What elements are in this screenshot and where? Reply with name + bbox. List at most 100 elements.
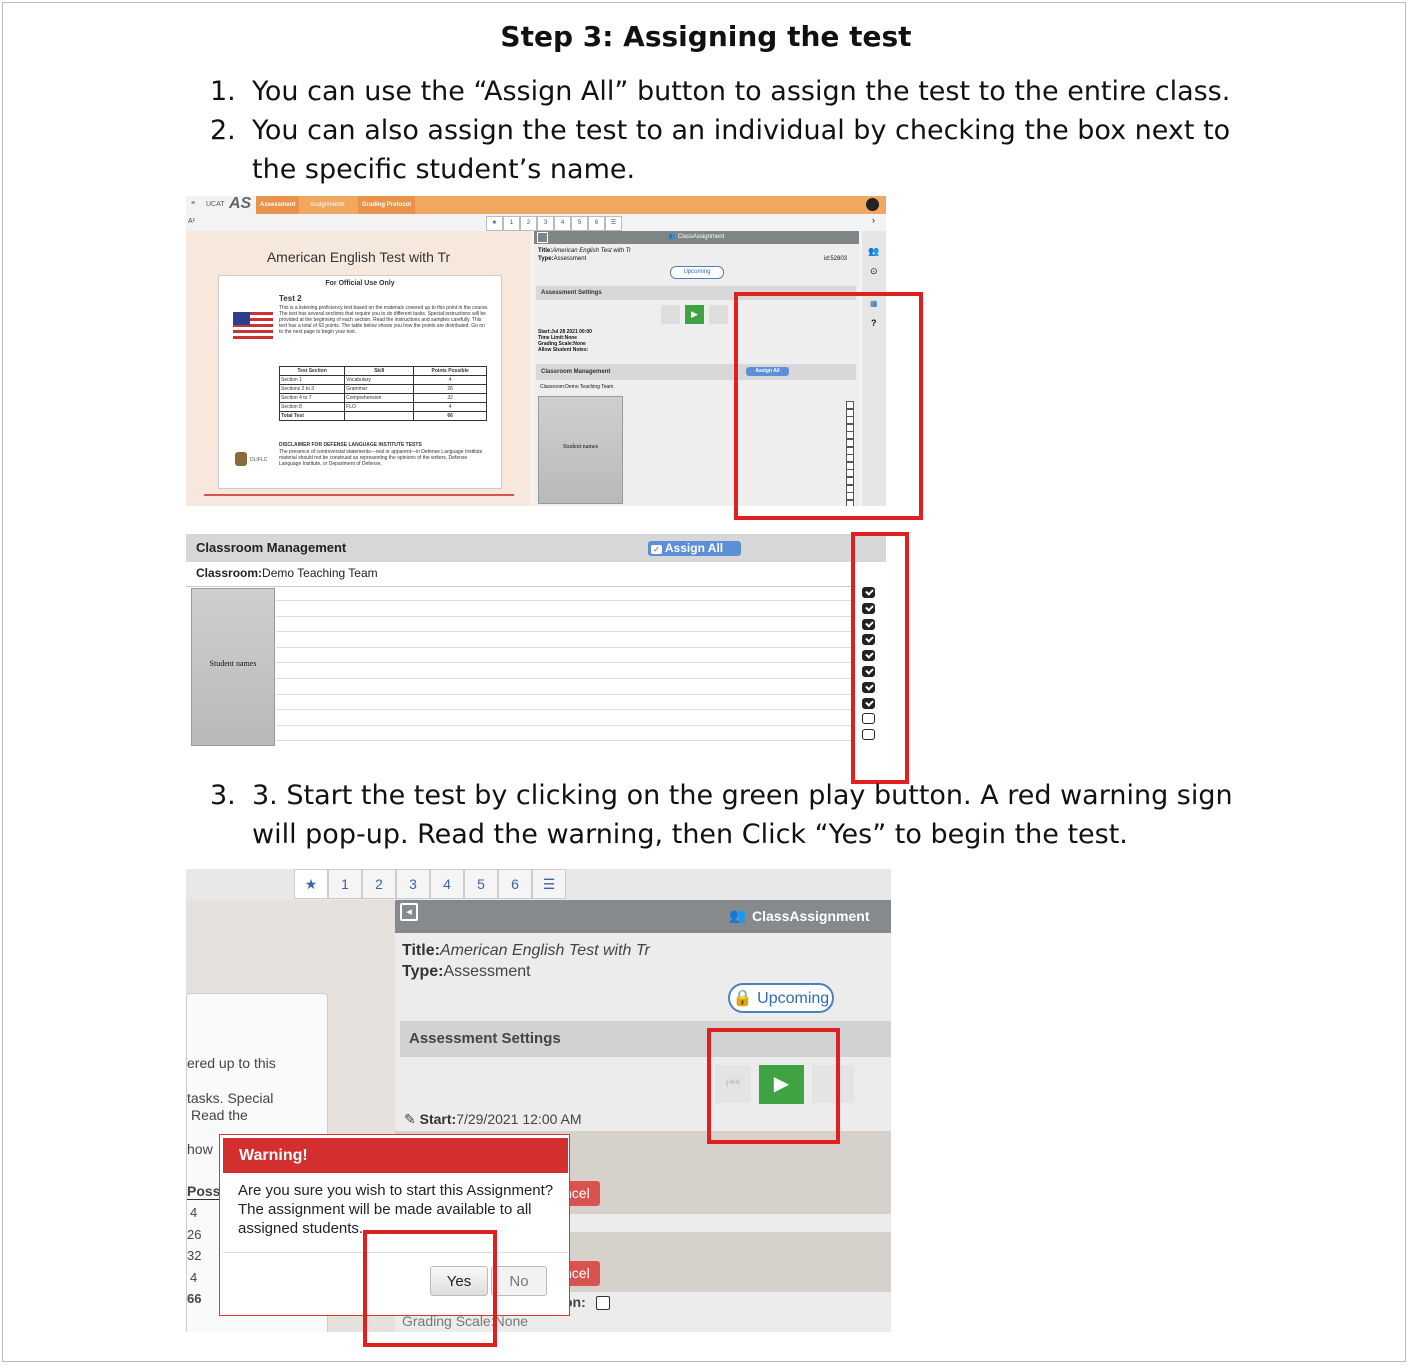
type-value: Assessment bbox=[553, 256, 587, 262]
type-row: Type:Assessment bbox=[402, 963, 531, 981]
student-row-line bbox=[276, 678, 852, 679]
panel-header: 👥 ClassAssignment bbox=[534, 231, 859, 244]
pager-item[interactable]: 5 bbox=[464, 869, 498, 899]
test-title: American English Test with Tr bbox=[266, 249, 451, 265]
start-row: ✎ Start:7/29/2021 12:00 AM bbox=[404, 1111, 582, 1127]
card-column-header: Poss bbox=[187, 1183, 221, 1200]
chevron-right-icon[interactable]: › bbox=[872, 215, 875, 225]
allow-notes-setting: Allow Student Notes: bbox=[538, 347, 589, 353]
table-cell: 66 bbox=[413, 411, 487, 421]
student-row-line bbox=[276, 615, 852, 617]
collapse-icon[interactable]: ◂ bbox=[400, 903, 418, 921]
card-text-line: tasks. Special bbox=[187, 1090, 274, 1106]
pager-item[interactable]: 5 bbox=[571, 216, 588, 231]
table-cell: 4 bbox=[413, 402, 487, 412]
assign-all-button[interactable]: ✓ Assign All bbox=[648, 541, 741, 556]
start-label: Start: bbox=[419, 1111, 457, 1127]
menu-icon[interactable]: ≡ bbox=[191, 200, 195, 207]
table-header: Test Section bbox=[278, 366, 346, 376]
classroom-management-header: Classroom Management ✓ Assign All bbox=[186, 534, 886, 562]
no-button[interactable]: No bbox=[491, 1266, 547, 1296]
table-cell: Section 8 bbox=[278, 402, 346, 412]
user-avatar-icon[interactable] bbox=[866, 198, 879, 211]
assignment-id: id:52803 bbox=[824, 256, 848, 262]
student-row-line bbox=[276, 709, 852, 711]
upcoming-label: Upcoming bbox=[757, 990, 830, 1007]
title-row: Title:American English Test with Tr bbox=[402, 942, 650, 960]
users-icon[interactable]: 👥 bbox=[868, 246, 879, 257]
step-text: You can also assign the test to an indiv… bbox=[252, 115, 1231, 185]
title-value: American English Test with Tr bbox=[439, 942, 650, 959]
test-preview-pane: American English Test with Tr For Offici… bbox=[186, 231, 531, 506]
type-label: Type: bbox=[538, 256, 554, 262]
panel-title: ClassAssignment bbox=[752, 908, 870, 924]
table-cell: Section 4 to 7 bbox=[278, 393, 346, 403]
title-label: Title: bbox=[538, 248, 553, 254]
tab-assignments[interactable]: Assignments bbox=[306, 196, 348, 214]
student-row-line bbox=[276, 631, 852, 633]
progress-line bbox=[204, 494, 514, 496]
tab-assessment[interactable]: Assessment bbox=[256, 196, 300, 214]
star-icon[interactable]: ★ bbox=[294, 869, 328, 899]
table-row: Section 4 to 7 Comprehension 32 bbox=[278, 393, 487, 403]
users-icon: 👥 bbox=[668, 234, 677, 240]
pager-item[interactable]: 3 bbox=[537, 216, 554, 231]
app-logo: AS bbox=[229, 196, 252, 212]
title-row: Title:American English Test with Tr bbox=[538, 248, 631, 254]
table-cell: Grammar bbox=[344, 384, 415, 394]
table-cell: Comprehension bbox=[344, 393, 415, 403]
type-label: Type: bbox=[402, 963, 444, 980]
pager-item[interactable]: 4 bbox=[430, 869, 464, 899]
student-names-placeholder: Student names bbox=[191, 588, 275, 746]
table-cell: Total Test bbox=[278, 411, 346, 421]
official-use-label: For Official Use Only bbox=[325, 280, 395, 287]
table-cell bbox=[344, 411, 415, 421]
notes-checkbox[interactable] bbox=[596, 1296, 610, 1310]
table-row: Section 8 FLO 4 bbox=[278, 402, 487, 412]
disclaimer-title: DISCLAIMER FOR DEFENSE LANGUAGE INSTITUT… bbox=[279, 442, 422, 448]
table-cell: Sections 2 to 3 bbox=[278, 384, 346, 394]
list-icon[interactable]: ☰ bbox=[605, 216, 622, 231]
classroom-row: Classroom:Demo Teaching Team bbox=[196, 566, 378, 580]
test-description: This is a listening proficiency test bas… bbox=[279, 305, 489, 335]
pager-item[interactable]: 2 bbox=[362, 869, 396, 899]
pager-item[interactable]: 4 bbox=[554, 216, 571, 231]
list-icon[interactable]: ☰ bbox=[532, 869, 566, 899]
collapse-icon[interactable] bbox=[537, 232, 548, 243]
skip-back-button[interactable] bbox=[661, 305, 680, 324]
pager-item[interactable]: 1 bbox=[503, 216, 520, 231]
tab-grading-protocol[interactable]: Grading Protocol bbox=[358, 196, 416, 214]
card-text-line: Read the bbox=[191, 1107, 248, 1123]
pager-item[interactable]: 6 bbox=[588, 216, 605, 231]
pager-item[interactable]: 2 bbox=[520, 216, 537, 231]
pager-item[interactable]: 6 bbox=[498, 869, 532, 899]
card-value: 66 bbox=[187, 1291, 202, 1306]
student-row-line bbox=[276, 740, 852, 742]
table-header: Skill bbox=[344, 366, 415, 376]
document-title: Step 3: Assigning the test bbox=[500, 20, 912, 53]
assign-all-label: Assign All bbox=[664, 541, 724, 555]
font-size-control[interactable]: A¹ bbox=[188, 218, 195, 225]
start-value: 7/29/2021 12:00 AM bbox=[456, 1111, 582, 1127]
table-row: Section 1 Vocabulary 4 bbox=[278, 375, 487, 385]
star-icon[interactable]: ★ bbox=[486, 216, 503, 231]
pager-item[interactable]: 1 bbox=[328, 869, 362, 899]
step-text: You can use the “Assign All” button to a… bbox=[252, 76, 1231, 107]
highlight-checkbox-area bbox=[734, 292, 923, 520]
clock-icon[interactable]: ⊙ bbox=[870, 266, 878, 277]
student-row-line bbox=[276, 662, 852, 664]
table-cell: Vocabulary bbox=[344, 375, 415, 385]
table-cell: Section 1 bbox=[278, 375, 346, 385]
classroom-label: Classroom:Demo Teaching Team bbox=[540, 384, 614, 390]
title-value: American English Test with Tr bbox=[552, 248, 631, 254]
dli-label: DLIFLC bbox=[250, 457, 268, 463]
screenshot-classroom-management: Classroom Management ✓ Assign All Classr… bbox=[186, 534, 886, 746]
panel-header: ◂ 👥 ClassAssignment bbox=[395, 900, 891, 933]
play-button[interactable]: ▶ bbox=[685, 305, 704, 324]
stop-button[interactable] bbox=[709, 305, 728, 324]
table-row: Total Test 66 bbox=[278, 411, 487, 421]
pager-item[interactable]: 3 bbox=[396, 869, 430, 899]
classroom-value: Demo Teaching Team bbox=[262, 566, 378, 580]
brand-label: UCAT bbox=[206, 201, 225, 208]
type-value: Assessment bbox=[443, 963, 531, 980]
